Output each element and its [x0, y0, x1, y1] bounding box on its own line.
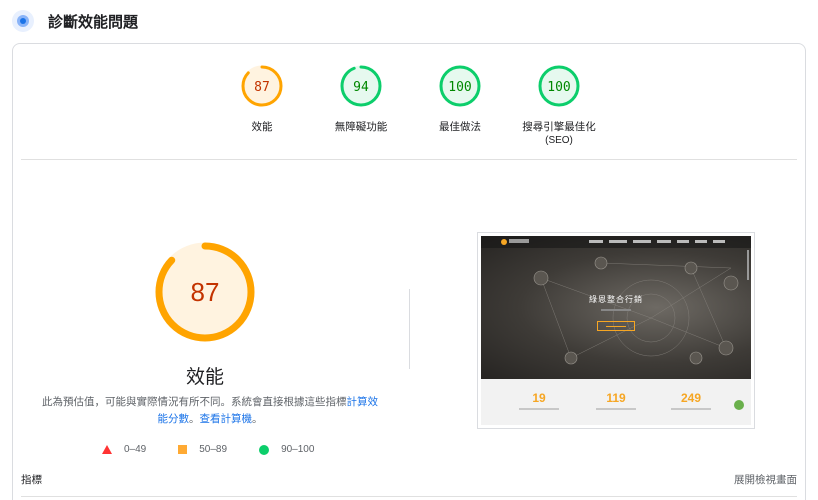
lighthouse-icon: [12, 10, 34, 32]
network-graphic: [533, 256, 739, 365]
gauge-label: 效能: [251, 121, 273, 133]
screenshot-stat: 249: [680, 391, 702, 405]
screenshot-scrollbar: [747, 250, 749, 280]
screenshot-stat: 19: [532, 391, 546, 405]
hero-subtitle-placeholder: [601, 309, 631, 311]
score-legend: 0–49 50–89 90–100: [102, 444, 346, 455]
nav-link: [589, 240, 603, 243]
screenshot-stat: 119: [606, 391, 626, 405]
nav-link: [633, 240, 651, 243]
logo-icon: [501, 239, 507, 245]
view-calculator-link[interactable]: 查看計算機: [200, 413, 253, 425]
screenshot-image: 綠恩整合行銷 19 119 249: [481, 236, 751, 425]
score-gauge-icon: 94: [340, 65, 382, 107]
page-title: 診斷效能問題: [48, 13, 139, 31]
score-gauge-icon: 100: [439, 65, 481, 107]
report-card: 87 效能 94 無障礙功能 100 最佳做法 100 搜尋引擎最佳化 (SEO…: [12, 43, 806, 500]
gauge-score: 100: [448, 80, 471, 95]
performance-score: 87: [191, 277, 220, 307]
stat-caption-placeholder: [519, 408, 559, 410]
legend-fail: 0–49: [102, 444, 146, 455]
stat-caption-placeholder: [596, 408, 636, 410]
expand-view-toggle[interactable]: 展開檢視畫面: [734, 472, 797, 487]
nav-link: [677, 240, 689, 243]
performance-description: 此為預估值，可能與實際情況有所不同。系統會直接根據這些指標計算效能分數。查看計算…: [37, 394, 383, 428]
vertical-divider: [409, 289, 410, 369]
gauge-seo[interactable]: 100 搜尋引擎最佳化 (SEO): [504, 64, 614, 148]
nav-link: [609, 240, 627, 243]
metrics-label: 指標: [21, 474, 42, 486]
score-gauge-icon: 87: [241, 65, 283, 107]
nav-link: [713, 240, 725, 243]
gauge-best-practices[interactable]: 100 最佳做法: [405, 64, 515, 134]
triangle-icon: [102, 445, 112, 454]
suffix: 。: [252, 413, 263, 425]
score-gauge-icon: 100: [538, 65, 580, 107]
stat-caption-placeholder: [671, 408, 711, 410]
logo-text-placeholder: [509, 239, 529, 243]
performance-title: 效能: [185, 367, 224, 388]
metrics-header: 指標 展開檢視畫面: [21, 472, 797, 488]
description-text: 此為預估值，可能與實際情況有所不同。系統會直接根據這些指標: [42, 396, 347, 408]
gauge-label: 最佳做法: [439, 121, 481, 133]
legend-range: 90–100: [281, 444, 315, 455]
legend-average: 50–89: [178, 444, 227, 455]
gauge-label: 無障礙功能: [334, 121, 388, 133]
gauge-performance[interactable]: 87 效能: [207, 64, 317, 134]
category-gauges: 87 效能 94 無障礙功能 100 最佳做法 100 搜尋引擎最佳化 (SEO…: [13, 64, 805, 154]
nav-link: [657, 240, 671, 243]
screenshot-hero-title: 綠恩整合行銷: [589, 295, 643, 304]
gauge-label-secondary: (SEO): [545, 135, 573, 146]
gauge-accessibility[interactable]: 94 無障礙功能: [306, 64, 416, 134]
nav-link: [695, 240, 707, 243]
gauge-score: 94: [353, 80, 369, 95]
legend-range: 0–49: [124, 444, 147, 455]
chat-icon: [734, 400, 744, 410]
divider: [21, 159, 797, 160]
gauge-score: 87: [254, 80, 270, 95]
performance-score-gauge: 87: [155, 242, 255, 342]
legend-range: 50–89: [199, 444, 228, 455]
circle-icon: [259, 444, 270, 455]
separator: 。: [189, 413, 200, 425]
gauge-score: 100: [547, 80, 570, 95]
page-header: 診斷效能問題: [12, 8, 138, 34]
gauge-label: 搜尋引擎最佳化: [522, 121, 596, 133]
screenshot-navbar: [481, 236, 751, 248]
final-screenshot[interactable]: 綠恩整合行銷 19 119 249: [477, 232, 755, 429]
metrics-divider: [21, 496, 797, 497]
legend-pass: 90–100: [259, 444, 314, 455]
square-icon: [178, 445, 188, 454]
hero-button-placeholder: [597, 321, 635, 331]
